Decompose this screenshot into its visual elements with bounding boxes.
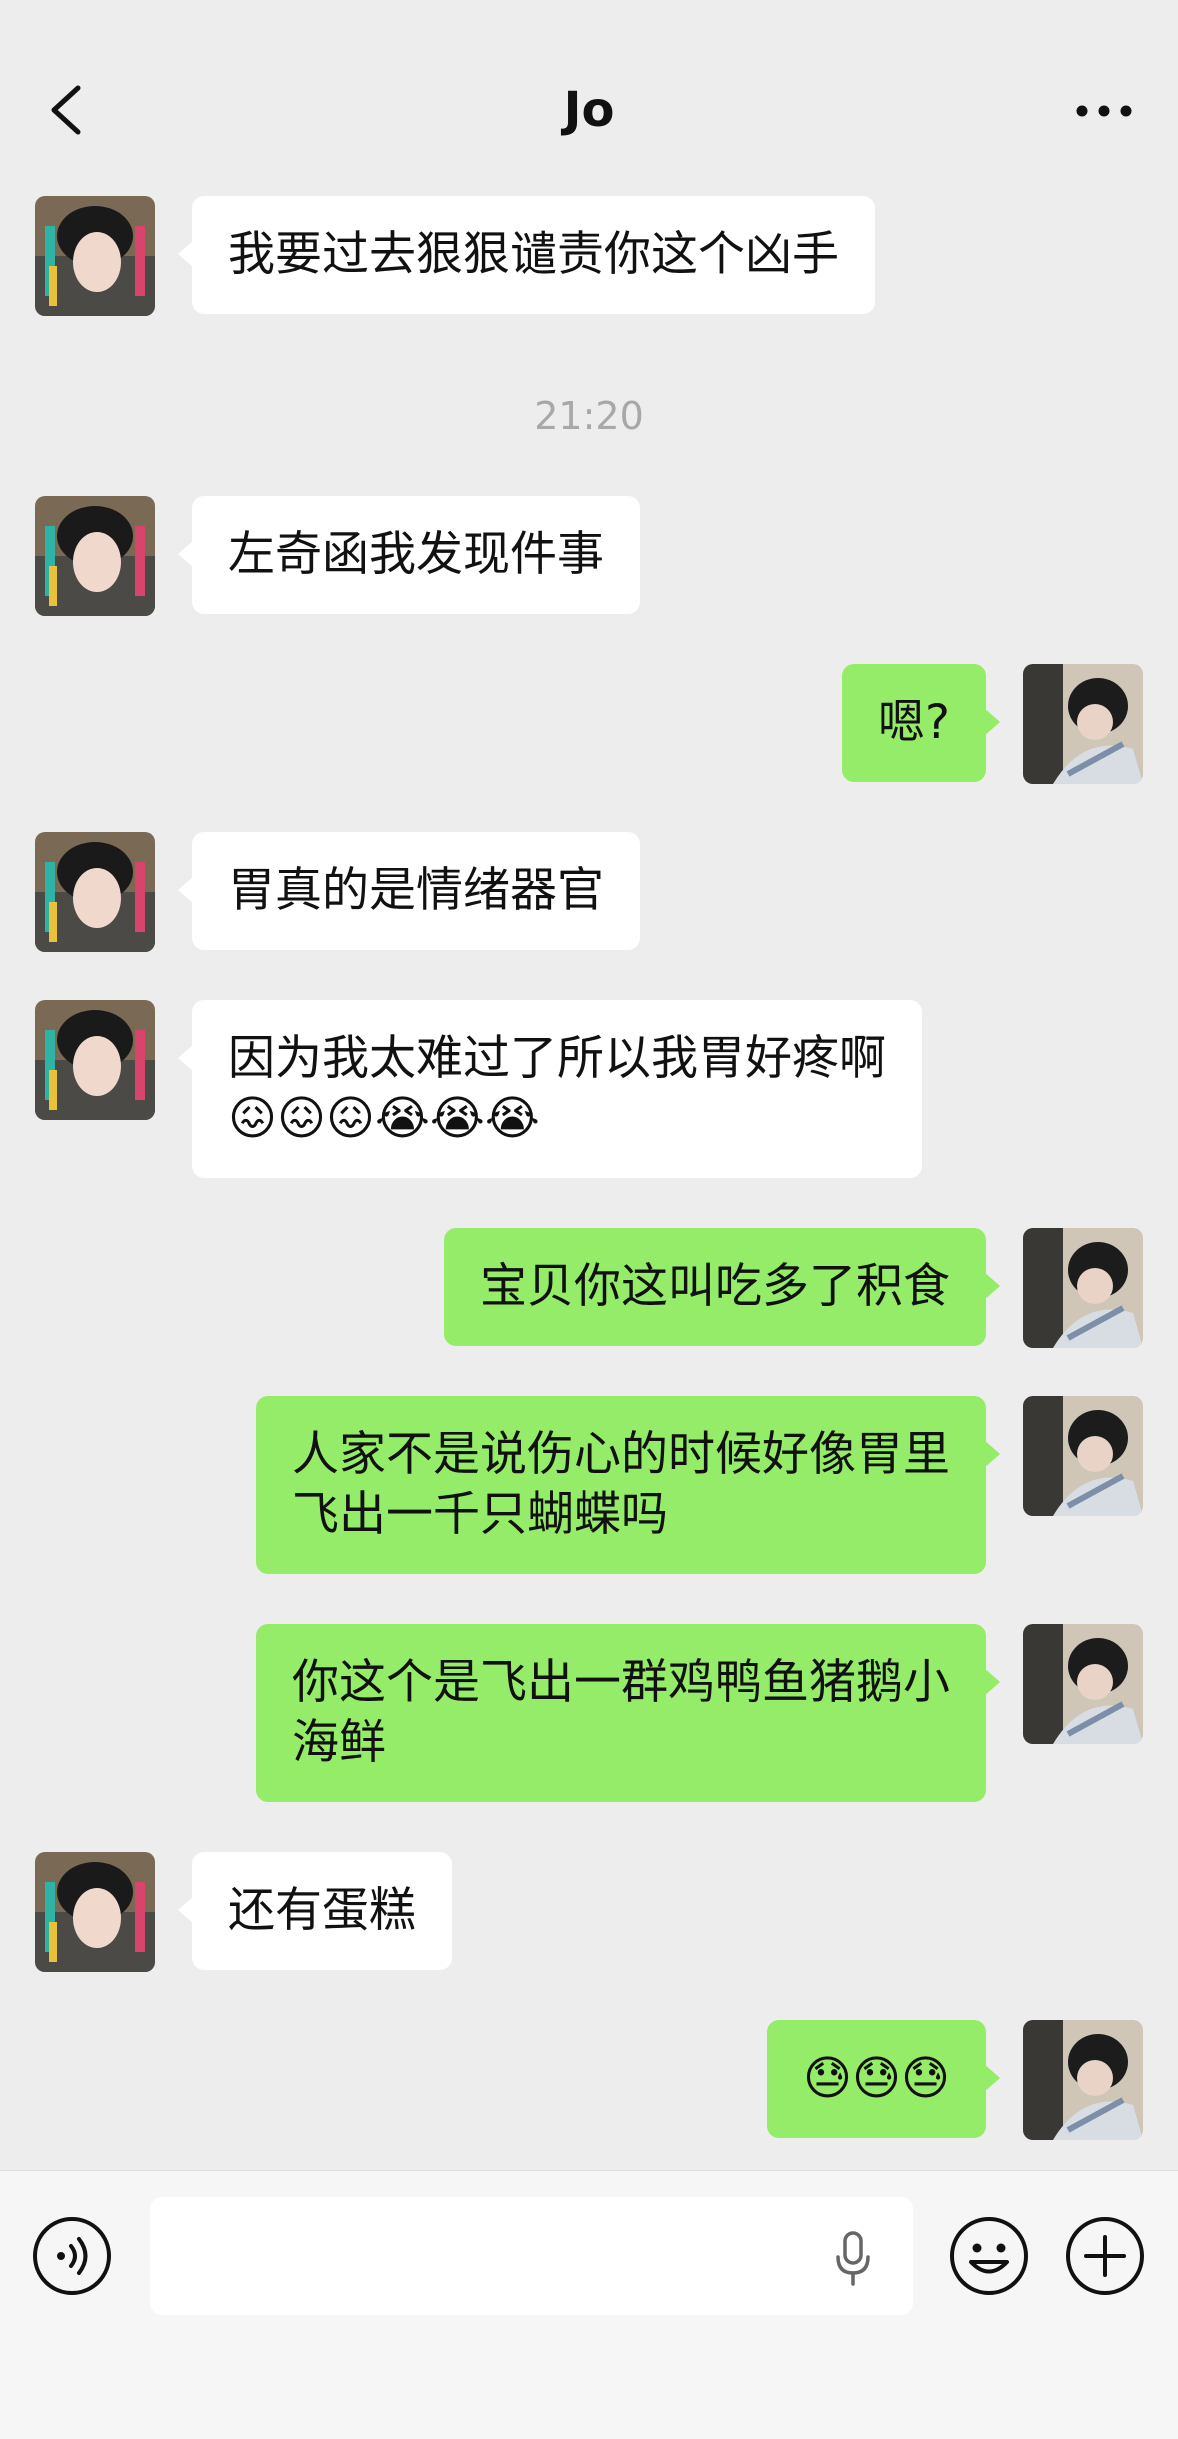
emoji-icon[interactable] (948, 2215, 1030, 2297)
my-avatar[interactable] (1023, 664, 1143, 784)
plus-icon[interactable] (1064, 2215, 1146, 2297)
message-list[interactable]: 我要过去狠狠谴责你这个凶手 21:20 左奇函我发现件事 嗯? 胃真的是情绪器官… (0, 176, 1178, 2170)
voice-icon[interactable] (31, 2215, 113, 2297)
message-bubble[interactable]: 左奇函我发现件事 (178, 496, 640, 614)
more-dots-icon[interactable] (1074, 96, 1134, 126)
message-bubble[interactable]: 胃真的是情绪器官 (178, 832, 640, 950)
contact-avatar[interactable] (35, 196, 155, 316)
message-bubble[interactable]: 嗯? (842, 664, 1000, 782)
input-toolbar (0, 2170, 1178, 2439)
message-bubble[interactable]: 我要过去狠狠谴责你这个凶手 (178, 196, 875, 314)
message-input[interactable] (150, 2197, 913, 2315)
message-row-incoming: 左奇函我发现件事 (0, 496, 1178, 616)
chat-title: Jo (563, 82, 615, 138)
chat-header: Jo (0, 0, 1178, 176)
message-row-outgoing: 你这个是飞出一群鸡鸭鱼猪鹅小 海鲜 (0, 1624, 1178, 1804)
message-row-incoming: 胃真的是情绪器官 (0, 832, 1178, 952)
contact-avatar[interactable] (35, 1852, 155, 1972)
message-row-outgoing: 嗯? (0, 664, 1178, 784)
message-bubble[interactable]: 还有蛋糕 (178, 1852, 452, 1970)
message-bubble[interactable]: 人家不是说伤心的时候好像胃里 飞出一千只蝴蝶吗 (256, 1396, 1000, 1574)
message-row-outgoing: 😓😓😓 (0, 2020, 1178, 2140)
my-avatar[interactable] (1023, 1396, 1143, 1516)
message-bubble[interactable]: 因为我太难过了所以我胃好疼啊 😖😖😖😭😭😭 (178, 1000, 922, 1178)
message-bubble[interactable]: 😓😓😓 (767, 2020, 1000, 2138)
contact-avatar[interactable] (35, 496, 155, 616)
message-bubble[interactable]: 你这个是飞出一群鸡鸭鱼猪鹅小 海鲜 (256, 1624, 1000, 1802)
my-avatar[interactable] (1023, 1228, 1143, 1348)
my-avatar[interactable] (1023, 2020, 1143, 2140)
message-row-outgoing: 人家不是说伤心的时候好像胃里 飞出一千只蝴蝶吗 (0, 1396, 1178, 1576)
microphone-icon[interactable] (833, 2231, 873, 2287)
message-row-incoming: 还有蛋糕 (0, 1852, 1178, 1972)
contact-avatar[interactable] (35, 832, 155, 952)
message-bubble[interactable]: 宝贝你这叫吃多了积食 (444, 1228, 1000, 1346)
contact-avatar[interactable] (35, 1000, 155, 1120)
message-timestamp: 21:20 (534, 394, 644, 438)
message-row-outgoing: 宝贝你这叫吃多了积食 (0, 1228, 1178, 1348)
my-avatar[interactable] (1023, 1624, 1143, 1744)
message-row-incoming: 我要过去狠狠谴责你这个凶手 (0, 196, 1178, 316)
message-row-incoming: 因为我太难过了所以我胃好疼啊 😖😖😖😭😭😭 (0, 1000, 1178, 1180)
